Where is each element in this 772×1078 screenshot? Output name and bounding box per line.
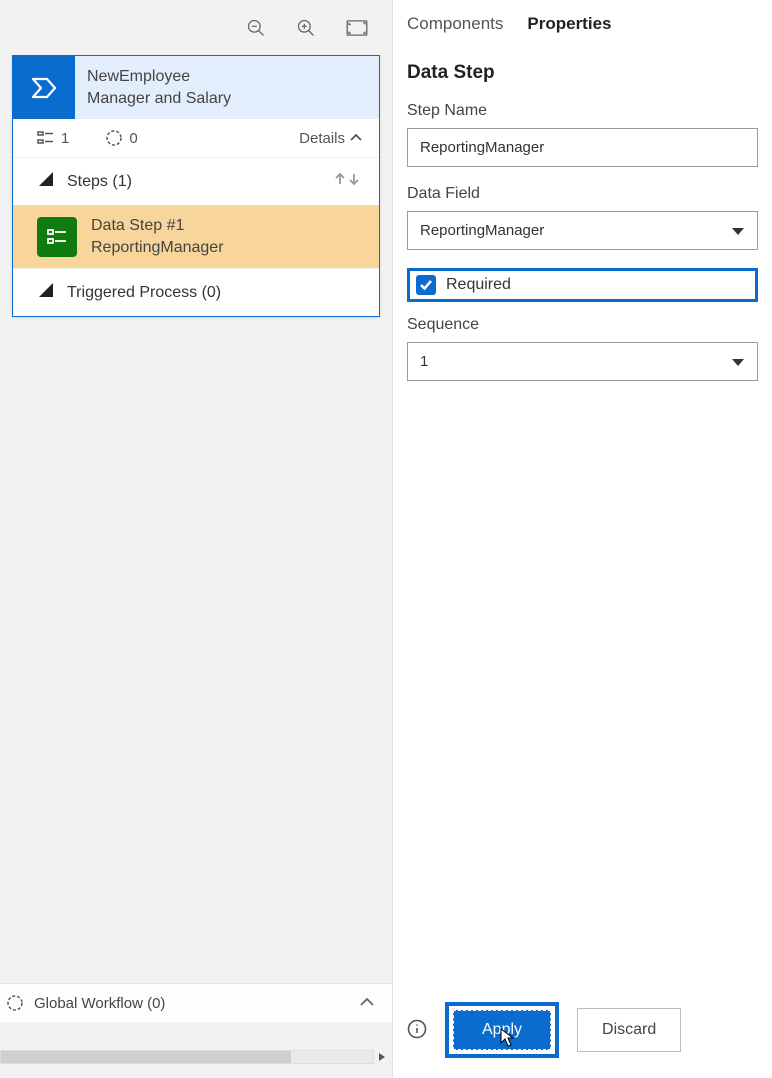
tab-components[interactable]: Components [407,14,503,34]
stage-title: NewEmployee Manager and Salary [75,56,379,119]
steps-section[interactable]: Steps (1) [13,157,379,205]
step-name-input[interactable] [407,128,758,167]
process-count: 0 [105,129,137,147]
horizontal-scrollbar[interactable] [0,1050,374,1064]
data-field-label: Data Field [407,185,758,203]
sequence-label: Sequence [407,316,758,334]
data-step-title: Data Step #1 [91,215,224,237]
properties-panel: Components Properties Data Step Step Nam… [392,0,772,1078]
data-field-select[interactable]: ReportingManager [407,211,758,250]
discard-button[interactable]: Discard [577,1008,681,1052]
stage-title-line2: Manager and Salary [87,88,367,110]
stage-meta: 1 0 Details [13,119,379,157]
canvas-toolbar [0,0,392,55]
data-step-row[interactable]: Data Step #1 ReportingManager [13,205,379,268]
required-checkbox-row[interactable]: Required [407,268,758,302]
stage-title-line1: NewEmployee [87,66,367,88]
triggered-section[interactable]: Triggered Process (0) [13,268,379,316]
tabs: Components Properties [407,0,758,40]
scrollbar-thumb[interactable] [1,1051,291,1063]
data-step-icon [37,217,77,257]
zoom-out-icon[interactable] [246,18,266,38]
tab-properties[interactable]: Properties [527,14,611,34]
panel-title: Data Step [407,62,758,84]
chevron-up-icon[interactable] [358,995,376,1012]
details-toggle[interactable]: Details [299,130,363,147]
step-name-label: Step Name [407,102,758,120]
required-label: Required [446,276,511,294]
stage-card[interactable]: NewEmployee Manager and Salary 1 0 Detai… [12,55,380,317]
triangle-icon [37,170,55,193]
panel-footer: Apply Discard [407,986,758,1078]
reorder-arrows-icon[interactable] [333,170,363,193]
steps-count: 1 [37,130,69,147]
data-step-text: Data Step #1 ReportingManager [91,215,224,258]
required-checkbox[interactable] [416,275,436,295]
scroll-right-arrow[interactable] [373,1050,391,1063]
dashed-circle-icon [6,994,24,1012]
fit-screen-icon[interactable] [346,20,368,36]
apply-button[interactable]: Apply [453,1010,551,1050]
triggered-header-label: Triggered Process (0) [67,284,221,302]
cursor-icon [500,1028,516,1048]
sequence-select[interactable]: 1 [407,342,758,381]
data-step-subtitle: ReportingManager [91,237,224,259]
zoom-in-icon[interactable] [296,18,316,38]
steps-header-label: Steps (1) [67,173,132,191]
apply-highlight: Apply [445,1002,559,1058]
stage-header[interactable]: NewEmployee Manager and Salary [13,56,379,119]
stage-chevron-icon [13,56,75,119]
triangle-icon [37,281,55,304]
global-workflow-label: Global Workflow (0) [34,995,165,1012]
info-icon[interactable] [407,1019,427,1042]
global-workflow-row[interactable]: Global Workflow (0) [0,983,392,1022]
canvas-panel: NewEmployee Manager and Salary 1 0 Detai… [0,0,392,1078]
